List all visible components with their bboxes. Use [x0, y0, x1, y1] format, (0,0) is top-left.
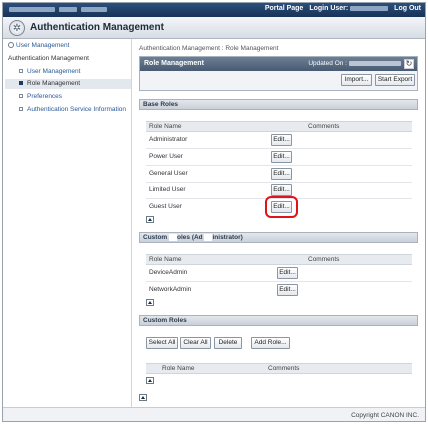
- footer: Copyright CANON INC.: [3, 407, 425, 421]
- sidebar-item-label: Preferences: [27, 93, 63, 100]
- portal-page-link[interactable]: Portal Page: [265, 5, 304, 12]
- refresh-icon[interactable]: ↻: [404, 59, 414, 69]
- panel-actions: Import... Start Export: [140, 71, 417, 90]
- bullet-icon: [19, 69, 23, 74]
- column-role-name: Role Name: [149, 256, 182, 263]
- collapse-up-icon[interactable]: [146, 299, 154, 306]
- bullet-icon: [19, 107, 23, 112]
- main-content: Authentication Management : Role Managem…: [134, 39, 424, 407]
- edit-limited-user-button[interactable]: Edit...: [271, 184, 292, 196]
- sidebar-top-link-label: User Management: [16, 42, 70, 49]
- role-name: Limited User: [149, 186, 186, 193]
- custom-roles-table-header: Role Name Comments: [146, 363, 412, 374]
- row-divider: [146, 148, 412, 149]
- role-name: Administrator: [149, 136, 188, 143]
- add-role-button[interactable]: Add Role...: [251, 337, 290, 349]
- panel-header: Role Management Updated On : ↻: [140, 57, 417, 71]
- column-role-name: Role Name: [149, 123, 182, 130]
- role-name: Guest User: [149, 203, 182, 210]
- sidebar-item-label: User Management: [27, 68, 81, 75]
- section-title-part: Custom: [143, 234, 168, 241]
- row-divider: [146, 165, 412, 166]
- sidebar-item-label: Authentication Service Information: [27, 106, 126, 113]
- sidebar-item-auth-service-info[interactable]: Authentication Service Information: [19, 106, 126, 113]
- role-management-panel: Role Management Updated On : ↻ Import...…: [139, 56, 418, 91]
- custom-roles-section-header: Custom Roles: [139, 315, 418, 326]
- edit-networkadmin-button[interactable]: Edit...: [277, 284, 298, 296]
- sidebar-item-user-management[interactable]: User Management: [19, 68, 80, 75]
- role-name: NetworkAdmin: [149, 286, 192, 293]
- redacted-text: [9, 7, 55, 12]
- bullet-icon: [19, 94, 23, 99]
- redacted-text: [59, 7, 77, 12]
- bullet-icon: [19, 81, 23, 86]
- app-title: Authentication Management: [30, 22, 164, 33]
- top-bar: Portal Page Login User: Log Out: [3, 3, 425, 17]
- collapse-up-icon[interactable]: [139, 394, 147, 401]
- clear-all-button[interactable]: Clear All: [180, 337, 211, 349]
- highlight-circle: [265, 196, 298, 218]
- edit-power-user-button[interactable]: Edit...: [271, 151, 292, 163]
- custom-admin-table-header: Role Name Comments: [146, 254, 412, 265]
- sidebar-item-preferences[interactable]: Preferences: [19, 93, 62, 100]
- login-user-label: Login User:: [309, 5, 349, 12]
- row-divider: [146, 281, 412, 282]
- role-name: DeviceAdmin: [149, 269, 188, 276]
- base-roles-table-header: Role Name Comments: [146, 121, 412, 132]
- custom-admin-roles-section-header: Custom oles (Ad inistrator): [139, 232, 418, 243]
- app-header: ✲ Authentication Management: [3, 17, 425, 39]
- edit-general-user-button[interactable]: Edit...: [271, 168, 292, 180]
- column-comments: Comments: [308, 123, 340, 130]
- start-export-button[interactable]: Start Export: [375, 74, 415, 86]
- section-title-part: inistrator): [212, 234, 243, 241]
- copyright: Copyright CANON INC.: [351, 412, 419, 419]
- redacted-text: [81, 7, 107, 12]
- delete-button[interactable]: Delete: [214, 337, 242, 349]
- sidebar: User Management Authentication Managemen…: [3, 39, 132, 407]
- updated-on: Updated On :: [308, 60, 401, 67]
- back-circle-icon: [8, 42, 14, 49]
- log-out-link[interactable]: Log Out: [394, 5, 421, 12]
- row-divider: [146, 182, 412, 183]
- redacted-timestamp: [349, 60, 401, 66]
- sidebar-heading: Authentication Management: [8, 55, 89, 62]
- sidebar-item-role-management[interactable]: Role Management: [5, 79, 131, 89]
- collapse-up-icon[interactable]: [146, 216, 154, 223]
- section-title-part: oles (Ad: [177, 234, 203, 241]
- import-button[interactable]: Import...: [341, 74, 372, 86]
- window: Portal Page Login User: Log Out ✲ Authen…: [2, 2, 426, 422]
- redacted-username: [350, 5, 389, 11]
- breadcrumb: Authentication Management : Role Managem…: [139, 45, 279, 52]
- collapse-up-icon[interactable]: [146, 377, 154, 384]
- updated-on-label: Updated On :: [308, 60, 347, 67]
- select-all-button[interactable]: Select All: [146, 337, 178, 349]
- column-comments: Comments: [308, 256, 340, 263]
- edit-administrator-button[interactable]: Edit...: [271, 134, 292, 146]
- app-logo-icon: ✲: [9, 20, 25, 36]
- sidebar-top-link[interactable]: User Management: [8, 42, 69, 49]
- column-comments: Comments: [268, 365, 300, 372]
- column-role-name: Role Name: [162, 365, 195, 372]
- base-roles-section-header: Base Roles: [139, 99, 418, 110]
- edit-deviceadmin-button[interactable]: Edit...: [277, 267, 298, 279]
- role-name: General User: [149, 170, 188, 177]
- sidebar-item-label: Role Management: [27, 80, 81, 87]
- page-title: Role Management: [144, 60, 204, 67]
- role-name: Power User: [149, 153, 183, 160]
